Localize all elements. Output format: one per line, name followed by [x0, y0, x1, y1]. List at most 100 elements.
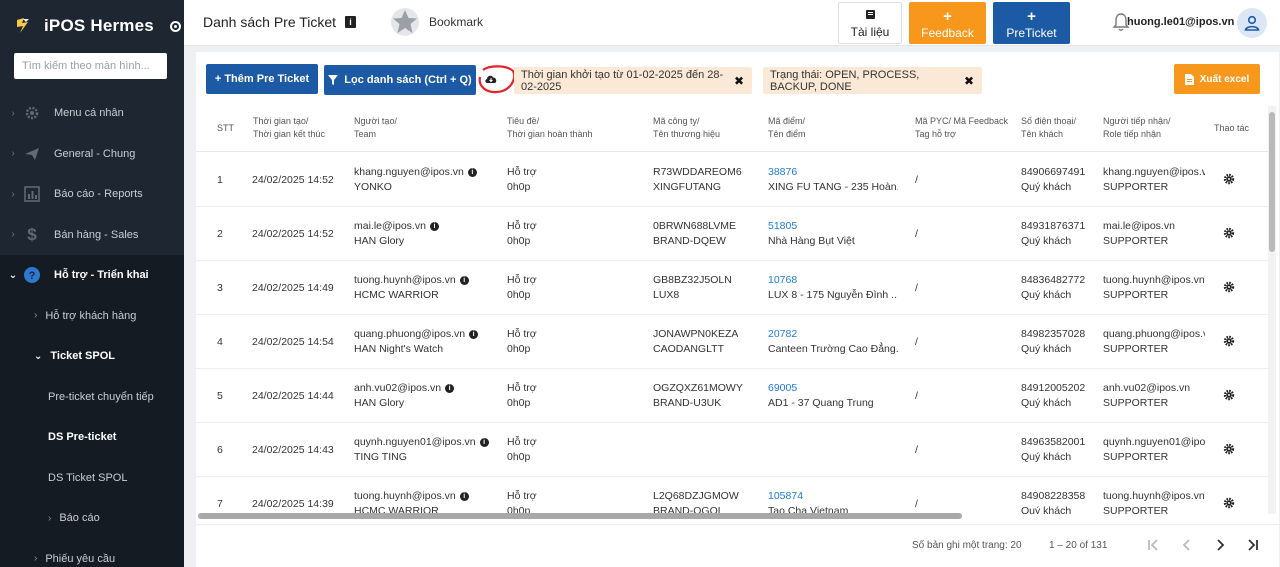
avatar[interactable] [1237, 8, 1267, 38]
cell-store_code-value[interactable]: 10768 [768, 274, 797, 286]
brand[interactable]: iPOS Hermes [0, 0, 184, 52]
horizontal-scrollbar[interactable] [196, 512, 1268, 520]
sidebar-item-ho-tro-khach-hang[interactable]: › Hỗ trợ khách hàng [0, 295, 184, 336]
info-icon[interactable]: i [467, 168, 477, 177]
gear-icon[interactable] [1223, 281, 1235, 293]
gear-icon[interactable] [1223, 227, 1235, 239]
col-time[interactable]: Thời gian tạo/Thời gian kết thúc [253, 115, 325, 141]
cell-store_code: 69005 AD1 - 37 Quang Trung [768, 381, 898, 411]
table-row[interactable]: 3 24/02/2025 14:49 tuong.huynh@ipos.vn i HCM… [196, 261, 1268, 315]
info-icon[interactable]: i [469, 330, 479, 339]
cell-assignee-value: quang.phuong@ipos.vn [1103, 328, 1205, 340]
pagination: Số bản ghi một trang: 20 1 – 20 of 131 [196, 524, 1279, 567]
help-circle-icon: ? [22, 265, 42, 285]
gear-icon[interactable] [1223, 443, 1235, 455]
chevron-right-icon: › [11, 229, 15, 241]
close-icon[interactable]: ✖ [964, 74, 974, 88]
sidebar-item-ds-ticket-spol[interactable]: DS Ticket SPOL [0, 457, 184, 498]
user-email[interactable]: huong.le01@ipos.vn [1127, 16, 1234, 28]
add-pre-ticket-button[interactable]: + Thêm Pre Ticket [206, 64, 318, 94]
gear-icon[interactable] [1223, 335, 1235, 347]
cell-phone: 84963582001 Quý khách [1021, 435, 1085, 465]
cell-assignee: quynh.nguyen01@ipos SUPPORTER [1103, 435, 1205, 465]
col-title[interactable]: Tiêu đề/Thời gian hoàn thành [507, 115, 592, 141]
table-row[interactable]: 6 24/02/2025 14:43 quynh.nguyen01@ipos.vn i… [196, 423, 1268, 477]
cell-creator-value: anh.vu02@ipos.vn [354, 382, 442, 394]
table-row[interactable]: 5 24/02/2025 14:44 anh.vu02@ipos.vn i HAN Gl… [196, 369, 1268, 423]
sidebar-item-menu-ca-nhan[interactable]: › Menu cá nhân [0, 93, 184, 134]
sidebar-item-sales[interactable]: › $ Bán hàng - Sales [0, 215, 184, 256]
sidebar-item-general[interactable]: › General - Chung [0, 134, 184, 175]
filter-list-button[interactable]: Lọc danh sách (Ctrl + Q) [324, 65, 476, 95]
pre-ticket-table: STT Thời gian tạo/Thời gian kết thúc Ngư… [196, 106, 1268, 514]
cell-store_code-value[interactable]: 51805 [768, 220, 797, 232]
bookmark-label[interactable]: Bookmark [429, 15, 483, 29]
gear-icon[interactable] [1223, 173, 1235, 185]
col-stt[interactable]: STT [217, 122, 234, 135]
sidebar-item-ds-pre-ticket[interactable]: DS Pre-ticket [0, 417, 184, 458]
sidebar-item-ticket-spol[interactable]: ⌄ Ticket SPOL [0, 336, 184, 377]
cell-done-value: 0h0p [507, 181, 531, 193]
sidebar-item-reports[interactable]: › Báo cáo - Reports [0, 174, 184, 215]
last-page-button[interactable] [1242, 534, 1264, 556]
book-icon [865, 10, 875, 19]
sidebar-item-label: Ticket SPOL [50, 350, 115, 363]
cell-store_code-value[interactable]: 20782 [768, 328, 797, 340]
table-row[interactable]: 2 24/02/2025 14:52 mai.le@ipos.vn i HAN Glor… [196, 207, 1268, 261]
cell-store_code-value[interactable]: 38876 [768, 166, 797, 178]
feedback-button[interactable]: + Feedback [909, 2, 986, 44]
info-icon[interactable]: i [429, 222, 439, 231]
first-page-button[interactable] [1142, 534, 1164, 556]
gear-icon[interactable] [1223, 497, 1235, 509]
gear-icon[interactable] [1223, 389, 1235, 401]
info-icon[interactable]: i [479, 438, 489, 447]
docs-button[interactable]: Tài liệu [838, 2, 902, 44]
sidebar-item-ho-tro-trien-khai[interactable]: ⌄ ? Hỗ trợ - Triển khai [0, 255, 184, 296]
col-assignee[interactable]: Người tiếp nhận/Role tiếp nhận [1103, 115, 1170, 141]
cell-company: JONAWPN0KEZA CAODANGLTT [653, 327, 738, 357]
radio-icon[interactable] [169, 20, 181, 32]
chevron-right-icon: › [48, 512, 52, 524]
table-row[interactable]: 7 24/02/2025 14:39 tuong.huynh@ipos.vn i HCM… [196, 477, 1268, 514]
sidebar-search-input[interactable] [14, 53, 167, 79]
info-icon[interactable]: i [459, 276, 469, 285]
cell-phone-value: 84906697491 [1021, 166, 1086, 178]
bookmark-star-icon[interactable] [390, 7, 420, 37]
cell-assignee-value: tuong.huynh@ipos.vn [1103, 490, 1205, 502]
chevron-right-icon [1217, 539, 1225, 551]
next-page-button[interactable] [1209, 534, 1231, 556]
sidebar-item-bao-cao[interactable]: › Báo cáo [0, 498, 184, 539]
sidebar-item-phieu-yeu-cau[interactable]: › Phiếu yêu cầu [0, 538, 184, 567]
cell-brand-value: CAODANGLTT [653, 343, 724, 355]
sidebar-item-label: Bán hàng - Sales [54, 228, 139, 241]
col-phone[interactable]: Số điện thoại/Tên khách [1021, 115, 1076, 141]
dollar-icon: $ [27, 224, 37, 244]
page-size-label[interactable]: Số bản ghi một trang: 20 [912, 540, 1022, 551]
sidebar: iPOS Hermes › Menu cá nhân › General - C… [0, 0, 184, 567]
first-page-icon [1148, 539, 1158, 551]
table-row[interactable]: 4 24/02/2025 14:54 quang.phuong@ipos.vn i HA… [196, 315, 1268, 369]
cell-store_code-value[interactable]: 69005 [768, 382, 797, 394]
vertical-scrollbar[interactable] [1268, 106, 1276, 514]
cell-store_code-value[interactable]: 105874 [768, 490, 803, 502]
sidebar-item-label: Hỗ trợ khách hàng [45, 309, 137, 322]
sidebar-item-pre-ticket-chuyen-tiep[interactable]: Pre-ticket chuyển tiếp [0, 376, 184, 417]
info-icon[interactable]: i [445, 384, 455, 393]
prev-page-button[interactable] [1176, 534, 1198, 556]
info-icon[interactable]: i [345, 16, 356, 28]
chevron-right-icon: › [11, 148, 15, 160]
close-icon[interactable]: ✖ [734, 74, 744, 88]
export-excel-button[interactable]: Xuất excel [1174, 64, 1260, 94]
preticket-button[interactable]: + PreTicket [993, 2, 1070, 44]
col-pyc[interactable]: Mã PYC/ Mã Feedback Tag hỗ trợ [915, 115, 1008, 141]
col-company[interactable]: Mã công ty/Tên thương hiệu [653, 115, 720, 141]
col-creator[interactable]: Người tạo/Team [354, 115, 397, 141]
col-store[interactable]: Mã điểm/Tên điểm [768, 115, 806, 141]
app-name: iPOS Hermes [44, 16, 154, 35]
cell-role-value: SUPPORTER [1103, 397, 1169, 409]
cell-customer-value: Quý khách [1021, 181, 1072, 193]
table-row[interactable]: 1 24/02/2025 14:52 khang.nguyen@ipos.vn i YO… [196, 153, 1268, 207]
chevron-left-icon [1182, 539, 1190, 551]
info-icon[interactable]: i [459, 492, 469, 501]
cell-creator-value: mai.le@ipos.vn [354, 220, 426, 232]
